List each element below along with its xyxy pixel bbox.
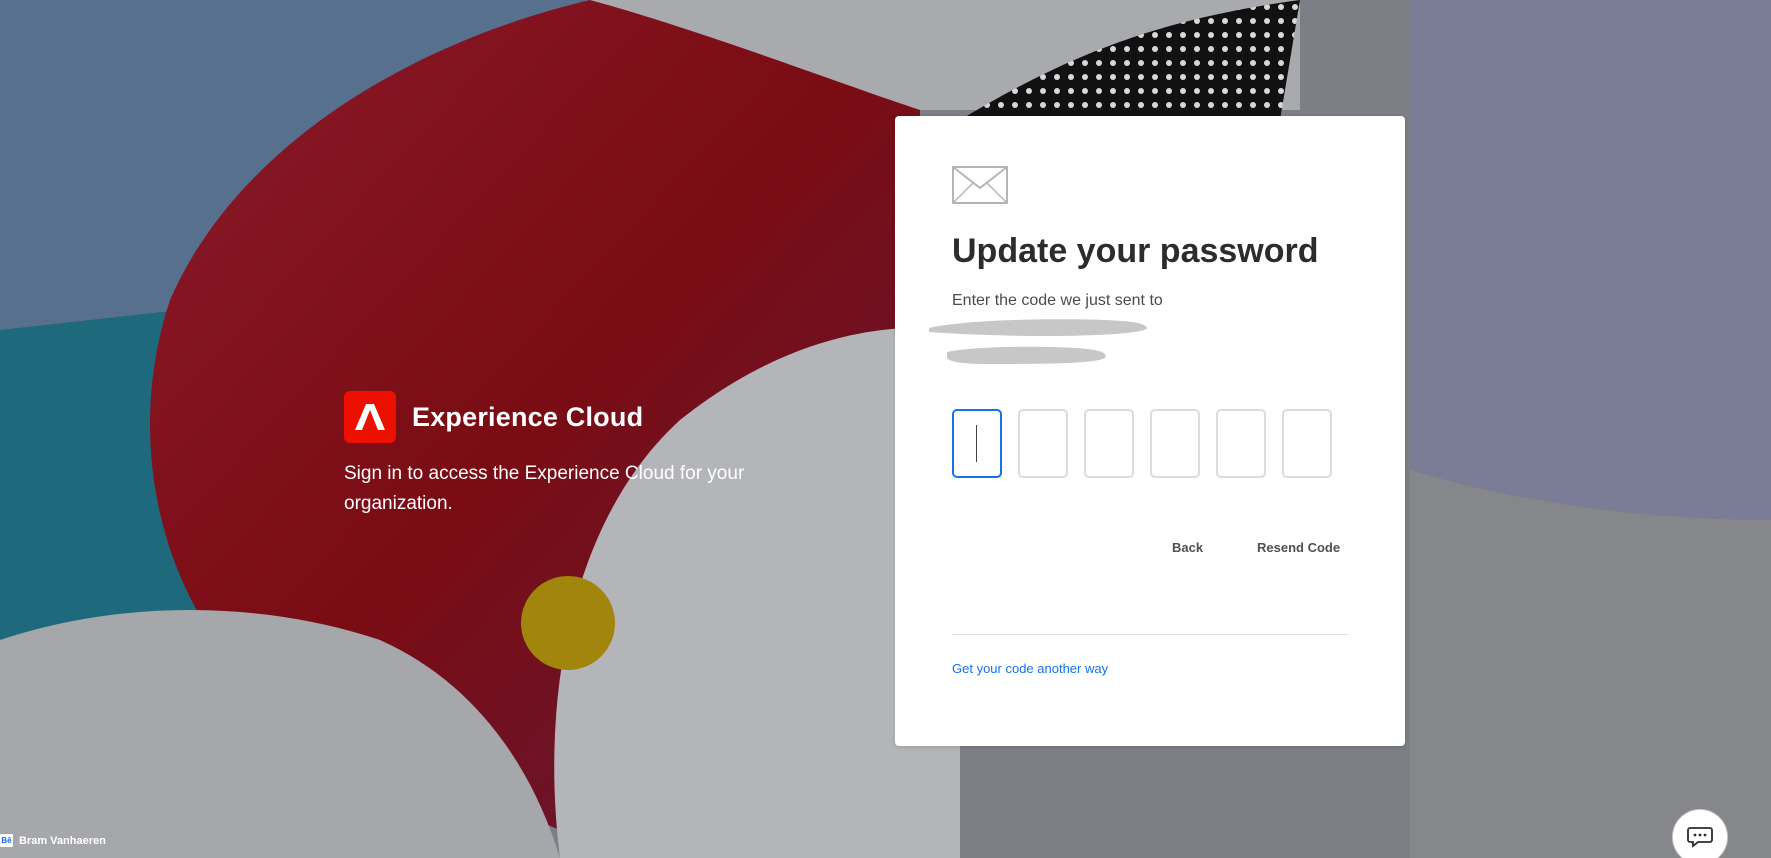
artwork-credit[interactable]: Bē Bram Vanhaeren	[0, 834, 106, 847]
code-digit-2[interactable]	[1018, 409, 1068, 478]
artist-name: Bram Vanhaeren	[19, 834, 106, 847]
adobe-logo-icon	[344, 391, 396, 443]
code-sent-text: Enter the code we just sent to	[952, 292, 1163, 309]
code-digit-5[interactable]	[1216, 409, 1266, 478]
text-caret	[976, 425, 977, 462]
brand-header: Experience Cloud	[344, 391, 764, 443]
code-digit-3[interactable]	[1084, 409, 1134, 478]
code-digit-4[interactable]	[1150, 409, 1200, 478]
background-artwork	[0, 0, 1771, 858]
envelope-icon	[952, 166, 1008, 209]
password-reset-card: Update your password Enter the code we j…	[895, 116, 1405, 746]
code-digit-1[interactable]	[952, 409, 1002, 478]
brand-section: Experience Cloud Sign in to access the E…	[344, 391, 764, 519]
login-page: Experience Cloud Sign in to access the E…	[0, 0, 1771, 858]
alternate-code-link[interactable]: Get your code another way	[952, 661, 1108, 676]
page-title: Update your password	[952, 232, 1319, 270]
back-button[interactable]: Back	[1166, 536, 1209, 559]
brand-name: Experience Cloud	[412, 401, 644, 432]
brand-tagline: Sign in to access the Experience Cloud f…	[344, 463, 745, 514]
behance-icon: Bē	[0, 834, 13, 847]
verification-code-inputs	[952, 409, 1332, 478]
code-digit-6[interactable]	[1282, 409, 1332, 478]
chat-icon	[1687, 826, 1713, 853]
resend-code-button[interactable]: Resend Code	[1251, 536, 1346, 559]
redacted-email	[929, 319, 1147, 364]
chat-button[interactable]	[1672, 809, 1728, 858]
divider	[952, 634, 1348, 635]
